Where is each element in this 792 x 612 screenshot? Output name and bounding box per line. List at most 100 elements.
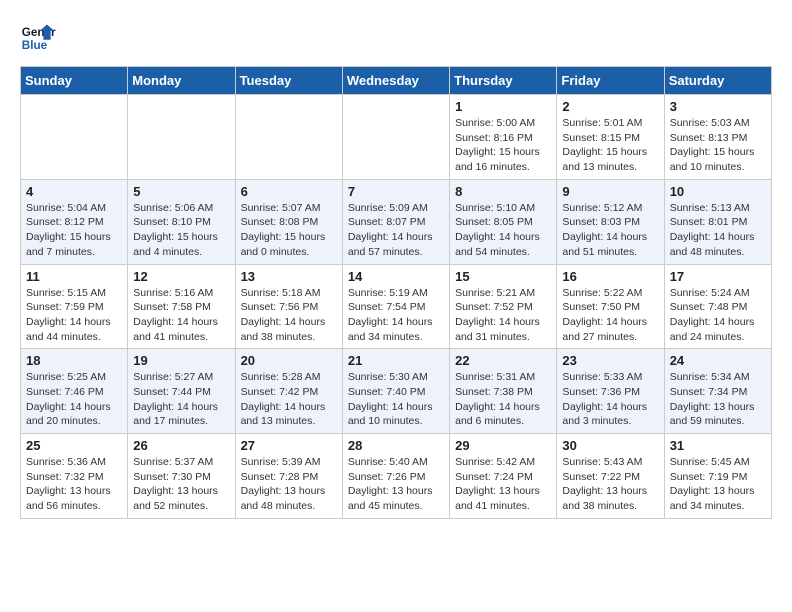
- day-number: 3: [670, 99, 766, 114]
- calendar-cell: 15Sunrise: 5:21 AM Sunset: 7:52 PM Dayli…: [450, 264, 557, 349]
- calendar-cell: [342, 95, 449, 180]
- calendar-header-row: SundayMondayTuesdayWednesdayThursdayFrid…: [21, 67, 772, 95]
- day-detail: Sunrise: 5:00 AM Sunset: 8:16 PM Dayligh…: [455, 116, 551, 175]
- calendar-cell: 8Sunrise: 5:10 AM Sunset: 8:05 PM Daylig…: [450, 179, 557, 264]
- day-number: 10: [670, 184, 766, 199]
- day-of-week-header: Thursday: [450, 67, 557, 95]
- day-detail: Sunrise: 5:18 AM Sunset: 7:56 PM Dayligh…: [241, 286, 337, 345]
- day-detail: Sunrise: 5:04 AM Sunset: 8:12 PM Dayligh…: [26, 201, 122, 260]
- calendar-cell: 10 Sunrise: 5:13 AM Sunset: 8:01 PM Dayli…: [664, 179, 771, 264]
- day-of-week-header: Monday: [128, 67, 235, 95]
- day-detail: Sunrise: 5:01 AM Sunset: 8:15 PM Dayligh…: [562, 116, 658, 175]
- day-number: 2: [562, 99, 658, 114]
- day-number: 4: [26, 184, 122, 199]
- day-of-week-header: Tuesday: [235, 67, 342, 95]
- day-detail: Sunrise: 5:03 AM Sunset: 8:13 PM Dayligh…: [670, 116, 766, 175]
- day-number: 12: [133, 269, 229, 284]
- day-number: 24: [670, 353, 766, 368]
- day-detail: Sunrise: 5:37 AM Sunset: 7:30 PM Dayligh…: [133, 455, 229, 514]
- calendar-cell: 22Sunrise: 5:31 AM Sunset: 7:38 PM Dayli…: [450, 349, 557, 434]
- day-detail: Sunrise: 5:42 AM Sunset: 7:24 PM Dayligh…: [455, 455, 551, 514]
- day-detail: Sunrise: 5:19 AM Sunset: 7:54 PM Dayligh…: [348, 286, 444, 345]
- day-number: 27: [241, 438, 337, 453]
- day-detail: Sunrise: 5:45 AM Sunset: 7:19 PM Dayligh…: [670, 455, 766, 514]
- day-of-week-header: Wednesday: [342, 67, 449, 95]
- day-of-week-header: Sunday: [21, 67, 128, 95]
- calendar-cell: 9Sunrise: 5:12 AM Sunset: 8:03 PM Daylig…: [557, 179, 664, 264]
- calendar-table: SundayMondayTuesdayWednesdayThursdayFrid…: [20, 66, 772, 519]
- day-number: 1: [455, 99, 551, 114]
- calendar-cell: 23 Sunrise: 5:33 AM Sunset: 7:36 PM Dayli…: [557, 349, 664, 434]
- day-of-week-header: Saturday: [664, 67, 771, 95]
- day-detail: Sunrise: 5:43 AM Sunset: 7:22 PM Dayligh…: [562, 455, 658, 514]
- calendar-week-row: 18 Sunrise: 5:25 AM Sunset: 7:46 PM Dayli…: [21, 349, 772, 434]
- day-number: 25: [26, 438, 122, 453]
- day-number: 16: [562, 269, 658, 284]
- day-number: 7: [348, 184, 444, 199]
- calendar-cell: 25 Sunrise: 5:36 AM Sunset: 7:32 PM Dayli…: [21, 434, 128, 519]
- day-number: 20: [241, 353, 337, 368]
- day-detail: Sunrise: 5:12 AM Sunset: 8:03 PM Dayligh…: [562, 201, 658, 260]
- svg-text:Blue: Blue: [22, 39, 48, 52]
- calendar-cell: 5Sunrise: 5:06 AM Sunset: 8:10 PM Daylig…: [128, 179, 235, 264]
- calendar-cell: 29 Sunrise: 5:42 AM Sunset: 7:24 PM Dayli…: [450, 434, 557, 519]
- day-detail: Sunrise: 5:34 AM Sunset: 7:34 PM Dayligh…: [670, 370, 766, 429]
- calendar-cell: 20 Sunrise: 5:28 AM Sunset: 7:42 PM Dayli…: [235, 349, 342, 434]
- day-number: 26: [133, 438, 229, 453]
- logo-icon: General Blue: [20, 20, 56, 56]
- calendar-cell: 16Sunrise: 5:22 AM Sunset: 7:50 PM Dayli…: [557, 264, 664, 349]
- day-detail: Sunrise: 5:33 AM Sunset: 7:36 PM Dayligh…: [562, 370, 658, 429]
- day-detail: Sunrise: 5:16 AM Sunset: 7:58 PM Dayligh…: [133, 286, 229, 345]
- calendar-cell: 13 Sunrise: 5:18 AM Sunset: 7:56 PM Dayli…: [235, 264, 342, 349]
- day-detail: Sunrise: 5:07 AM Sunset: 8:08 PM Dayligh…: [241, 201, 337, 260]
- calendar-cell: 4 Sunrise: 5:04 AM Sunset: 8:12 PM Daylig…: [21, 179, 128, 264]
- calendar-cell: 17 Sunrise: 5:24 AM Sunset: 7:48 PM Dayli…: [664, 264, 771, 349]
- calendar-cell: 19 Sunrise: 5:27 AM Sunset: 7:44 PM Dayli…: [128, 349, 235, 434]
- calendar-cell: 2 Sunrise: 5:01 AM Sunset: 8:15 PM Daylig…: [557, 95, 664, 180]
- calendar-cell: 21 Sunrise: 5:30 AM Sunset: 7:40 PM Dayli…: [342, 349, 449, 434]
- calendar-cell: 12 Sunrise: 5:16 AM Sunset: 7:58 PM Dayli…: [128, 264, 235, 349]
- day-number: 21: [348, 353, 444, 368]
- day-number: 13: [241, 269, 337, 284]
- day-detail: Sunrise: 5:36 AM Sunset: 7:32 PM Dayligh…: [26, 455, 122, 514]
- calendar-cell: 30 Sunrise: 5:43 AM Sunset: 7:22 PM Dayli…: [557, 434, 664, 519]
- calendar-cell: 14 Sunrise: 5:19 AM Sunset: 7:54 PM Dayli…: [342, 264, 449, 349]
- day-detail: Sunrise: 5:09 AM Sunset: 8:07 PM Dayligh…: [348, 201, 444, 260]
- day-number: 6: [241, 184, 337, 199]
- day-number: 29: [455, 438, 551, 453]
- calendar-week-row: 25 Sunrise: 5:36 AM Sunset: 7:32 PM Dayli…: [21, 434, 772, 519]
- day-number: 30: [562, 438, 658, 453]
- day-number: 15: [455, 269, 551, 284]
- day-number: 11: [26, 269, 122, 284]
- day-detail: Sunrise: 5:10 AM Sunset: 8:05 PM Dayligh…: [455, 201, 551, 260]
- day-detail: Sunrise: 5:24 AM Sunset: 7:48 PM Dayligh…: [670, 286, 766, 345]
- day-number: 28: [348, 438, 444, 453]
- day-detail: Sunrise: 5:27 AM Sunset: 7:44 PM Dayligh…: [133, 370, 229, 429]
- calendar-cell: [128, 95, 235, 180]
- day-number: 23: [562, 353, 658, 368]
- day-detail: Sunrise: 5:30 AM Sunset: 7:40 PM Dayligh…: [348, 370, 444, 429]
- day-detail: Sunrise: 5:39 AM Sunset: 7:28 PM Dayligh…: [241, 455, 337, 514]
- day-number: 5: [133, 184, 229, 199]
- calendar-week-row: 4 Sunrise: 5:04 AM Sunset: 8:12 PM Daylig…: [21, 179, 772, 264]
- day-detail: Sunrise: 5:15 AM Sunset: 7:59 PM Dayligh…: [26, 286, 122, 345]
- day-number: 17: [670, 269, 766, 284]
- calendar-cell: [235, 95, 342, 180]
- calendar-cell: 28 Sunrise: 5:40 AM Sunset: 7:26 PM Dayli…: [342, 434, 449, 519]
- calendar-week-row: 11 Sunrise: 5:15 AM Sunset: 7:59 PM Dayli…: [21, 264, 772, 349]
- day-number: 22: [455, 353, 551, 368]
- calendar-cell: 24 Sunrise: 5:34 AM Sunset: 7:34 PM Dayli…: [664, 349, 771, 434]
- calendar-week-row: 1 Sunrise: 5:00 AM Sunset: 8:16 PM Daylig…: [21, 95, 772, 180]
- day-detail: Sunrise: 5:40 AM Sunset: 7:26 PM Dayligh…: [348, 455, 444, 514]
- day-detail: Sunrise: 5:13 AM Sunset: 8:01 PM Dayligh…: [670, 201, 766, 260]
- day-detail: Sunrise: 5:25 AM Sunset: 7:46 PM Dayligh…: [26, 370, 122, 429]
- calendar-cell: 3 Sunrise: 5:03 AM Sunset: 8:13 PM Daylig…: [664, 95, 771, 180]
- calendar-cell: 7 Sunrise: 5:09 AM Sunset: 8:07 PM Daylig…: [342, 179, 449, 264]
- day-number: 14: [348, 269, 444, 284]
- calendar-cell: [21, 95, 128, 180]
- day-number: 31: [670, 438, 766, 453]
- calendar-cell: 11 Sunrise: 5:15 AM Sunset: 7:59 PM Dayli…: [21, 264, 128, 349]
- day-number: 18: [26, 353, 122, 368]
- day-number: 19: [133, 353, 229, 368]
- day-detail: Sunrise: 5:28 AM Sunset: 7:42 PM Dayligh…: [241, 370, 337, 429]
